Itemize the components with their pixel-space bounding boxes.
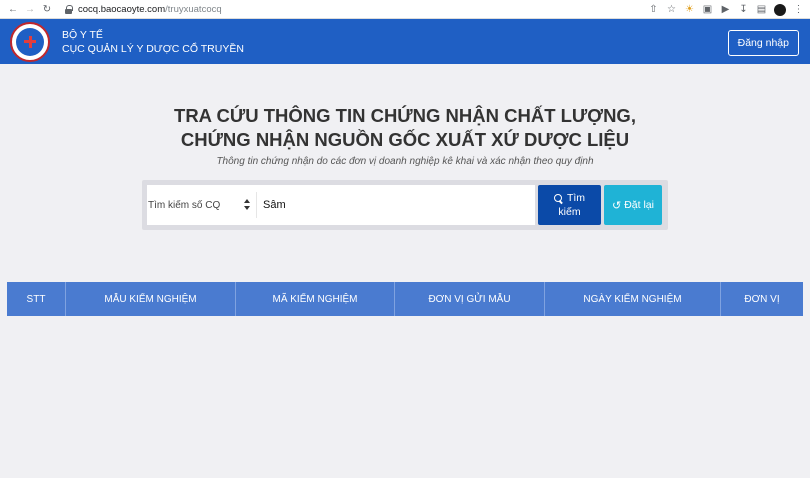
page-subtitle: Thông tin chứng nhận do các đơn vị doanh… <box>216 156 594 167</box>
browser-toolbar: ← → ↻ cocq.baocaoyte.com/truyxuatcocq ⇧ … <box>0 0 810 19</box>
profile-avatar-icon[interactable] <box>774 3 786 16</box>
column-header-sender[interactable]: ĐƠN VỊ GỬI MẪU <box>395 282 545 316</box>
reload-icon[interactable]: ↻ <box>40 2 54 16</box>
page-title-line1: TRA CỨU THÔNG TIN CHỨNG NHẬN CHẤT LƯỢNG, <box>174 105 636 126</box>
column-header-stt[interactable]: STT <box>7 282 66 316</box>
puzzle-icon[interactable]: ▣ <box>702 4 713 15</box>
search-input[interactable] <box>256 185 536 225</box>
column-header-test-code[interactable]: MÃ KIỂM NGHIỆM <box>236 282 395 316</box>
search-button[interactable]: Tìm kiếm <box>538 185 601 225</box>
logo-emblem <box>16 27 44 56</box>
share-icon[interactable]: ⇧ <box>648 4 659 15</box>
ministry-logo[interactable] <box>10 21 50 62</box>
undo-icon: ↺ <box>612 199 622 212</box>
org-line1: BỘ Y TẾ <box>62 28 103 41</box>
back-arrow-icon[interactable]: ← <box>6 2 20 16</box>
select-arrows-icon <box>244 199 250 210</box>
results-table-header: STT MẪU KIỂM NGHIỆM MÃ KIỂM NGHIỆM ĐƠN V… <box>7 282 803 316</box>
medical-cross-icon <box>24 35 36 48</box>
search-icon <box>553 193 563 203</box>
org-name: BỘ Y TẾ CỤC QUẢN LÝ Y DƯỢC CỔ TRUYỀN <box>62 28 244 56</box>
page-title: TRA CỨU THÔNG TIN CHỨNG NHẬN CHẤT LƯỢNG,… <box>0 104 810 152</box>
download-icon[interactable]: ↧ <box>738 4 749 15</box>
star-icon[interactable]: ☆ <box>666 4 677 15</box>
lock-icon <box>65 4 73 14</box>
reset-button[interactable]: ↺ Đặt lại <box>604 185 662 225</box>
browser-actions: ⇧ ☆ ☀ ▣ ▶ ↧ ▤ ⋮ <box>648 0 804 19</box>
org-line2: CỤC QUẢN LÝ Y DƯỢC CỔ TRUYỀN <box>62 42 244 55</box>
extension-sun-icon[interactable]: ☀ <box>684 4 695 15</box>
page-title-line2: CHỨNG NHẬN NGUỒN GỐC XUẤT XỨ DƯỢC LIỆU <box>180 129 630 150</box>
search-type-value: Tìm kiếm số CQ <box>148 199 221 211</box>
search-button-label-line2: kiếm <box>558 206 581 218</box>
forward-arrow-icon[interactable]: → <box>23 2 37 16</box>
search-button-label-line1: Tìm <box>566 192 586 204</box>
url-host: cocq.baocaoyte.com <box>78 3 166 15</box>
reset-button-label: Đặt lại <box>624 199 654 211</box>
site-header: BỘ Y TẾ CỤC QUẢN LÝ Y DƯỢC CỔ TRUYỀN Đăn… <box>0 19 810 64</box>
search-type-select-box[interactable]: Tìm kiếm số CQ <box>147 192 257 218</box>
column-header-unit[interactable]: ĐƠN VỊ <box>721 282 803 316</box>
menu-dots-icon[interactable]: ⋮ <box>793 4 804 15</box>
column-header-sample[interactable]: MẪU KIỂM NGHIỆM <box>66 282 236 316</box>
search-form: Tìm kiếm số CQ Tìm kiếm ↺ Đặt lại <box>142 180 668 230</box>
sidebar-icon[interactable]: ▤ <box>756 4 767 15</box>
address-bar[interactable]: cocq.baocaoyte.com/truyxuatcocq <box>65 4 222 15</box>
column-header-test-date[interactable]: NGÀY KIỂM NGHIỆM <box>545 282 721 316</box>
media-icon[interactable]: ▶ <box>720 4 731 15</box>
url-path: /truyxuatcocq <box>165 3 222 15</box>
login-button[interactable]: Đăng nhập <box>727 30 799 56</box>
search-button-row: Tìm <box>553 191 586 205</box>
main-content: TRA CỨU THÔNG TIN CHỨNG NHẬN CHẤT LƯỢNG,… <box>0 64 810 478</box>
